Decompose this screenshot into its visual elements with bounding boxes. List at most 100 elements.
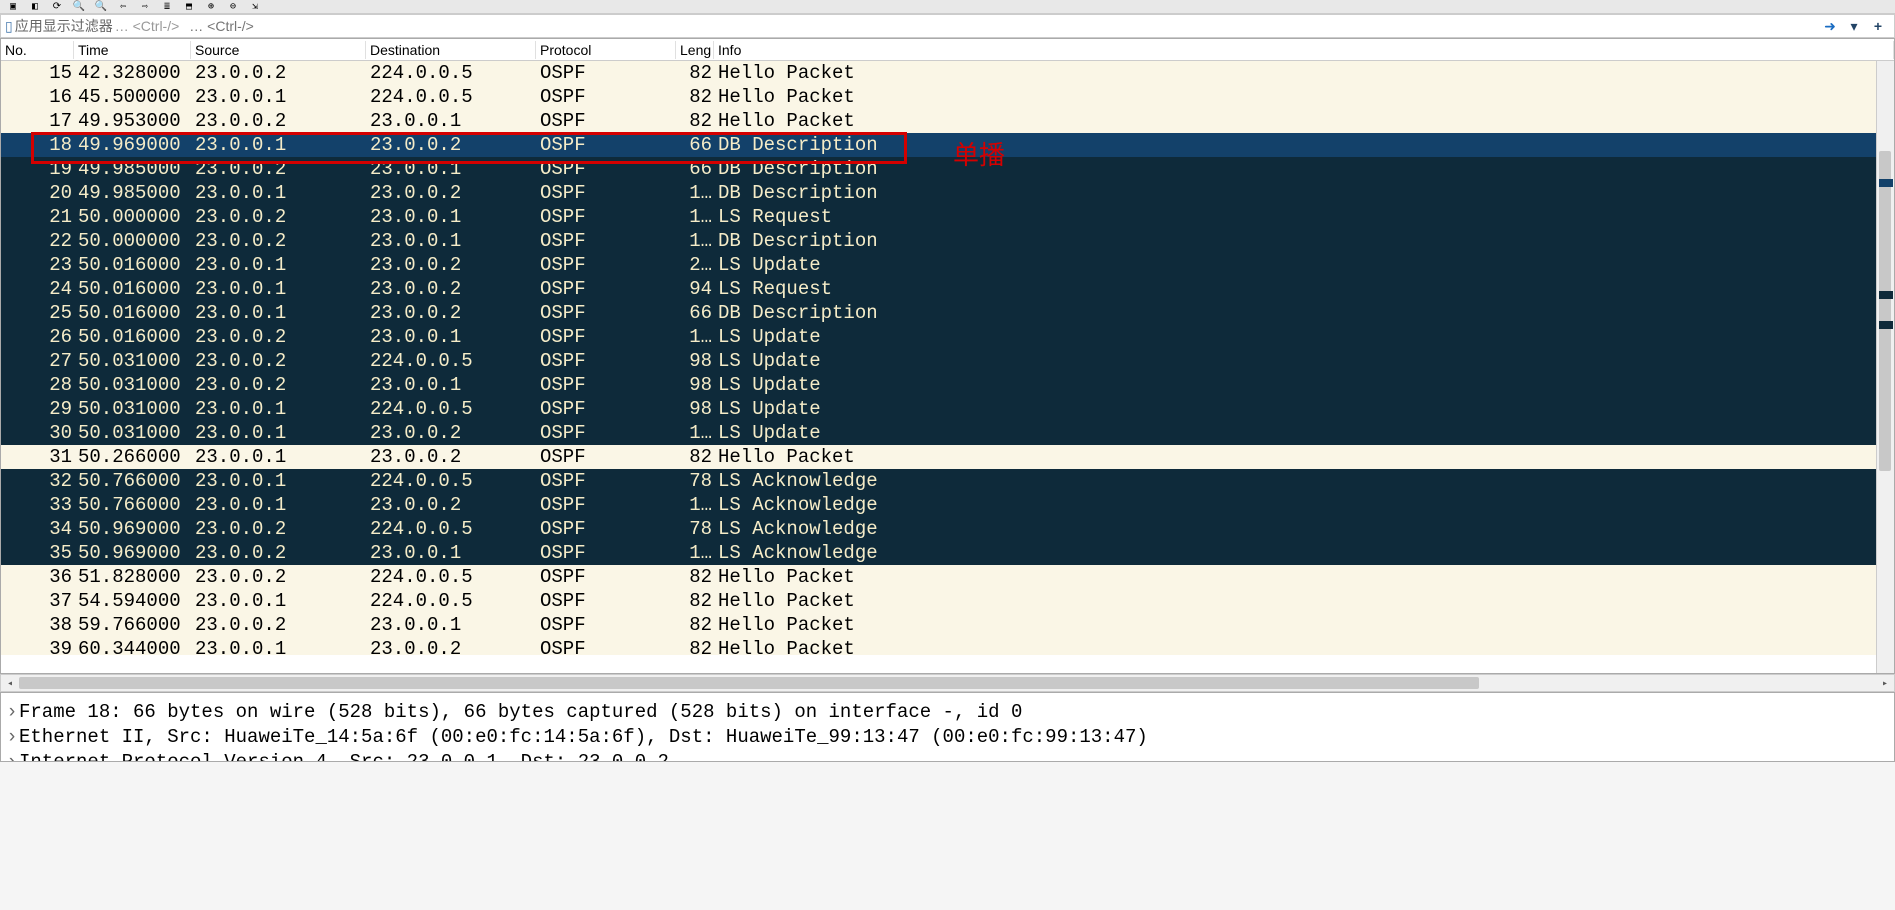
zoom-icon[interactable]: ⊖: [224, 2, 242, 12]
expand-icon[interactable]: ›: [5, 726, 19, 748]
col-header-length[interactable]: Leng: [676, 41, 714, 59]
frame-summary: Frame 18: 66 bytes on wire (528 bits), 6…: [19, 701, 1022, 723]
cell-info: DB Description: [714, 158, 1894, 180]
packet-row[interactable]: 3450.96900023.0.0.2224.0.0.5OSPF78LS Ack…: [1, 517, 1894, 541]
cell-info: LS Acknowledge: [714, 470, 1894, 492]
cell-length: 82: [676, 86, 714, 108]
packet-row[interactable]: 2550.01600023.0.0.123.0.0.2OSPF66DB Desc…: [1, 301, 1894, 325]
packet-row[interactable]: 3859.76600023.0.0.223.0.0.1OSPF82Hello P…: [1, 613, 1894, 637]
filter-dropdown-icon[interactable]: ▾: [1844, 17, 1864, 35]
toolbar-icon[interactable]: ⟳: [48, 2, 66, 12]
expand-icon[interactable]: ›: [5, 701, 19, 723]
col-header-source[interactable]: Source: [191, 41, 366, 59]
packet-row[interactable]: 1849.96900023.0.0.123.0.0.2OSPF66DB Desc…: [1, 133, 1894, 157]
cell-protocol: OSPF: [536, 470, 676, 492]
packet-row[interactable]: 2950.03100023.0.0.1224.0.0.5OSPF98LS Upd…: [1, 397, 1894, 421]
filter-apply-icon[interactable]: ➜: [1820, 17, 1840, 35]
cell-info: Hello Packet: [714, 110, 1894, 132]
cell-destination: 23.0.0.1: [366, 374, 536, 396]
cell-source: 23.0.0.1: [191, 446, 366, 468]
cell-source: 23.0.0.1: [191, 86, 366, 108]
packet-details-pane[interactable]: › Frame 18: 66 bytes on wire (528 bits),…: [0, 692, 1895, 762]
bookmark-icon[interactable]: ▯: [5, 18, 13, 35]
cell-protocol: OSPF: [536, 614, 676, 636]
packet-row[interactable]: 2650.01600023.0.0.223.0.0.1OSPF1…LS Upda…: [1, 325, 1894, 349]
packet-row[interactable]: 3651.82800023.0.0.2224.0.0.5OSPF82Hello …: [1, 565, 1894, 589]
cell-length: 78: [676, 470, 714, 492]
cell-time: 54.594000: [74, 590, 191, 612]
cell-destination: 23.0.0.1: [366, 326, 536, 348]
vertical-scrollbar[interactable]: [1876, 61, 1894, 673]
zoom-in-icon[interactable]: 🔍: [70, 2, 88, 12]
toolbar-icon[interactable]: ◧: [26, 2, 44, 12]
packet-row[interactable]: 2049.98500023.0.0.123.0.0.2OSPF1…DB Desc…: [1, 181, 1894, 205]
cell-no: 22: [1, 230, 74, 252]
scroll-right-icon[interactable]: ▸: [1876, 675, 1894, 693]
packet-row[interactable]: 2150.00000023.0.0.223.0.0.1OSPF1…LS Requ…: [1, 205, 1894, 229]
packet-row[interactable]: 1542.32800023.0.0.2224.0.0.5OSPF82Hello …: [1, 61, 1894, 85]
cell-protocol: OSPF: [536, 158, 676, 180]
cell-destination: 224.0.0.5: [366, 590, 536, 612]
cell-protocol: OSPF: [536, 398, 676, 420]
packet-row[interactable]: 1949.98500023.0.0.223.0.0.1OSPF66DB Desc…: [1, 157, 1894, 181]
cell-destination: 23.0.0.1: [366, 206, 536, 228]
toolbar-icon[interactable]: ▣: [4, 2, 22, 12]
scrollbar-thumb[interactable]: [1879, 151, 1891, 471]
col-header-destination[interactable]: Destination: [366, 41, 536, 59]
packet-row[interactable]: 2350.01600023.0.0.123.0.0.2OSPF2…LS Upda…: [1, 253, 1894, 277]
col-header-info[interactable]: Info: [714, 41, 1894, 59]
packet-row[interactable]: 3250.76600023.0.0.1224.0.0.5OSPF78LS Ack…: [1, 469, 1894, 493]
horizontal-scrollbar[interactable]: ◂ ▸: [0, 674, 1895, 692]
cell-protocol: OSPF: [536, 230, 676, 252]
packet-row[interactable]: 3350.76600023.0.0.123.0.0.2OSPF1…LS Ackn…: [1, 493, 1894, 517]
cell-source: 23.0.0.1: [191, 638, 366, 655]
scroll-left-icon[interactable]: ◂: [1, 675, 19, 693]
cell-source: 23.0.0.2: [191, 206, 366, 228]
col-header-time[interactable]: Time: [74, 41, 191, 59]
packet-row[interactable]: 1749.95300023.0.0.223.0.0.1OSPF82Hello P…: [1, 109, 1894, 133]
cell-source: 23.0.0.2: [191, 542, 366, 564]
cell-destination: 224.0.0.5: [366, 398, 536, 420]
cell-info: DB Description: [714, 134, 1894, 156]
packet-row[interactable]: 3550.96900023.0.0.223.0.0.1OSPF1…LS Ackn…: [1, 541, 1894, 565]
packet-row[interactable]: 1645.50000023.0.0.1224.0.0.5OSPF82Hello …: [1, 85, 1894, 109]
zoom-icon[interactable]: ⊕: [202, 2, 220, 12]
cell-info: DB Description: [714, 302, 1894, 324]
cell-length: 1…: [676, 206, 714, 228]
cell-time: 59.766000: [74, 614, 191, 636]
packet-row[interactable]: 2850.03100023.0.0.223.0.0.1OSPF98LS Upda…: [1, 373, 1894, 397]
packet-row[interactable]: 3050.03100023.0.0.123.0.0.2OSPF1…LS Upda…: [1, 421, 1894, 445]
zoom-out-icon[interactable]: 🔍: [92, 2, 110, 12]
expand-icon[interactable]: ›: [5, 751, 19, 763]
tree-row-frame[interactable]: › Frame 18: 66 bytes on wire (528 bits),…: [5, 699, 1890, 724]
packet-row[interactable]: 2450.01600023.0.0.123.0.0.2OSPF94LS Requ…: [1, 277, 1894, 301]
cell-time: 50.266000: [74, 446, 191, 468]
cell-protocol: OSPF: [536, 110, 676, 132]
packet-row[interactable]: 2750.03100023.0.0.2224.0.0.5OSPF98LS Upd…: [1, 349, 1894, 373]
col-header-protocol[interactable]: Protocol: [536, 41, 676, 59]
cell-source: 23.0.0.2: [191, 62, 366, 84]
cell-protocol: OSPF: [536, 206, 676, 228]
packet-row[interactable]: 2250.00000023.0.0.223.0.0.1OSPF1…DB Desc…: [1, 229, 1894, 253]
nav-fwd-icon[interactable]: ⇨: [136, 2, 154, 12]
display-filter-input[interactable]: [183, 18, 1814, 34]
nav-back-icon[interactable]: ⇦: [114, 2, 132, 12]
filter-placeholder-label: 应用显示过滤器: [15, 16, 113, 36]
packet-row[interactable]: 3150.26600023.0.0.123.0.0.2OSPF82Hello P…: [1, 445, 1894, 469]
col-header-no[interactable]: No.: [1, 41, 74, 59]
cell-time: 50.031000: [74, 398, 191, 420]
packet-list-header[interactable]: No. Time Source Destination Protocol Len…: [1, 39, 1894, 61]
packet-row[interactable]: 3754.59400023.0.0.1224.0.0.5OSPF82Hello …: [1, 589, 1894, 613]
tree-row-ethernet[interactable]: › Ethernet II, Src: HuaweiTe_14:5a:6f (0…: [5, 724, 1890, 749]
packet-list-body[interactable]: 1542.32800023.0.0.2224.0.0.5OSPF82Hello …: [1, 61, 1894, 655]
toolbar-icon[interactable]: ⬒: [180, 2, 198, 12]
cell-source: 23.0.0.2: [191, 230, 366, 252]
packet-row[interactable]: 3960.34400023.0.0.123.0.0.2OSPF82Hello P…: [1, 637, 1894, 655]
cell-protocol: OSPF: [536, 446, 676, 468]
toolbar-icon[interactable]: ≣: [158, 2, 176, 12]
toolbar-icon[interactable]: ⇲: [246, 2, 264, 12]
tree-row-ip[interactable]: › Internet Protocol Version 4, Src: 23.0…: [5, 749, 1890, 762]
cell-protocol: OSPF: [536, 542, 676, 564]
filter-add-icon[interactable]: +: [1868, 17, 1888, 35]
scrollbar-thumb[interactable]: [19, 677, 1479, 689]
